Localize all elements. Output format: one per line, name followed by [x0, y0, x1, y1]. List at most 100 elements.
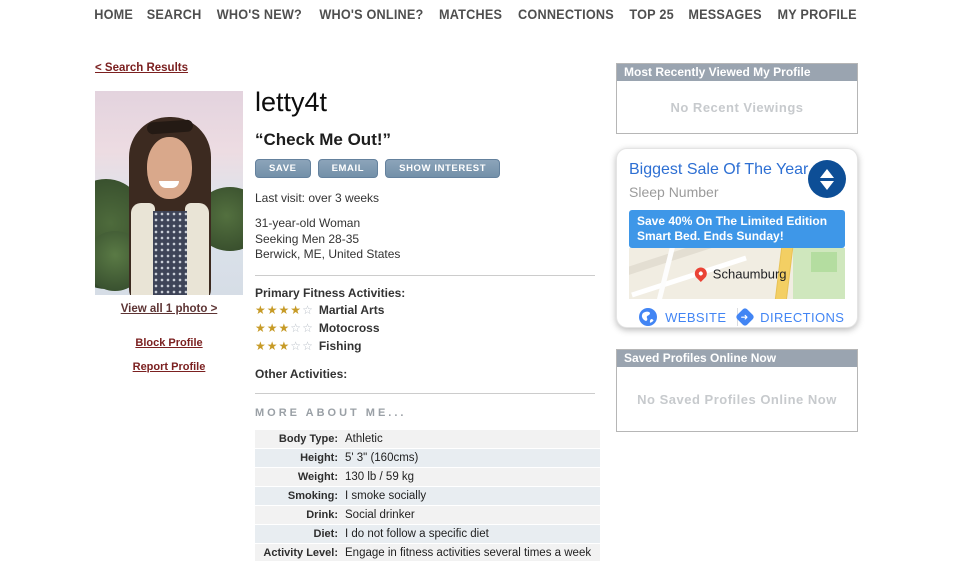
nav-item-my-profile[interactable]: MY PROFILE [777, 7, 856, 22]
profile-demographics: 31-year-old WomanSeeking Men 28-35Berwic… [255, 216, 600, 263]
recently-viewed-header: Most Recently Viewed My Profile [617, 64, 857, 81]
star-filled-icon: ★ [279, 303, 291, 317]
nav-item-connections[interactable]: CONNECTIONS [518, 7, 614, 22]
about-me-value: I smoke socially [345, 490, 426, 502]
photo-vest [131, 203, 155, 295]
profile-photo[interactable] [95, 91, 243, 295]
block-profile-link[interactable]: Block Profile [95, 337, 243, 349]
about-me-row: Drink:Social drinker [255, 506, 600, 524]
saved-profiles-empty-text: No Saved Profiles Online Now [637, 392, 837, 407]
photo-person-face [147, 137, 192, 199]
ad-directions-button[interactable]: ➜ DIRECTIONS [738, 310, 846, 325]
about-me-value: I do not follow a specific diet [345, 528, 489, 540]
star-empty-icon: ☆ [290, 321, 302, 335]
nav-item-matches[interactable]: MATCHES [439, 7, 502, 22]
activity-rating-row: ★★★☆☆Motocross [255, 321, 600, 336]
about-me-table: Body Type:AthleticHeight:5' 3" (160cms)W… [255, 430, 600, 561]
about-me-row: Smoking:I smoke socially [255, 487, 600, 505]
sidebar: Most Recently Viewed My Profile No Recen… [616, 63, 858, 432]
about-me-value: 5' 3" (160cms) [345, 452, 418, 464]
recently-viewed-empty-text: No Recent Viewings [670, 100, 803, 115]
star-empty-icon: ☆ [302, 339, 314, 353]
profile-photo-column: View all 1 photo > Block Profile Report … [95, 91, 243, 373]
demographic-line: 31-year-old Woman [255, 216, 600, 232]
about-me-value: Athletic [345, 433, 383, 445]
nav-item-who-s-new[interactable]: WHO'S NEW? [217, 7, 302, 22]
star-filled-icon: ★ [267, 339, 279, 353]
ad-website-button[interactable]: WEBSITE [629, 308, 737, 326]
search-results-back-link[interactable]: < Search Results [95, 62, 188, 74]
star-empty-icon: ☆ [302, 303, 314, 317]
profile-username: letty4t [255, 86, 600, 118]
nav-item-top-25[interactable]: TOP 25 [629, 7, 673, 22]
about-me-label: Height: [255, 452, 345, 464]
nav-item-who-s-online[interactable]: WHO'S ONLINE? [319, 7, 423, 22]
star-empty-icon: ☆ [290, 339, 302, 353]
star-rating: ★★★★☆ [255, 303, 314, 317]
advertisement: ▷ ✕ Biggest Sale Of The Year Sleep Numbe… [616, 148, 858, 328]
demographic-line: Berwick, ME, United States [255, 247, 600, 263]
about-me-label: Weight: [255, 471, 345, 483]
directions-icon: ➜ [735, 307, 755, 327]
saved-profiles-header: Saved Profiles Online Now [617, 350, 857, 367]
about-me-value: 130 lb / 59 kg [345, 471, 414, 483]
map-pin-icon [692, 265, 709, 282]
star-rating: ★★★☆☆ [255, 339, 314, 353]
activity-rating-row: ★★★★☆Martial Arts [255, 303, 600, 318]
nav-item-home[interactable]: HOME [94, 7, 133, 22]
star-rating: ★★★☆☆ [255, 321, 314, 335]
sleep-number-logo-icon [808, 160, 846, 198]
map-city-label: Schaumburg [713, 266, 787, 281]
show-interest-button[interactable]: SHOW INTEREST [385, 159, 500, 178]
email-button[interactable]: EMAIL [318, 159, 379, 178]
about-me-row: Height:5' 3" (160cms) [255, 449, 600, 467]
about-me-row: Weight:130 lb / 59 kg [255, 468, 600, 486]
map-park-area [811, 252, 837, 272]
ad-map[interactable]: Schaumburg [629, 248, 845, 299]
ad-banner[interactable]: Save 40% On The Limited Edition Smart Be… [629, 210, 845, 248]
star-empty-icon: ☆ [302, 321, 314, 335]
star-filled-icon: ★ [255, 303, 267, 317]
star-filled-icon: ★ [255, 321, 267, 335]
more-about-me-title: MORE ABOUT ME... [255, 407, 600, 419]
star-filled-icon: ★ [267, 303, 279, 317]
divider [255, 275, 595, 276]
star-filled-icon: ★ [290, 303, 302, 317]
star-filled-icon: ★ [279, 339, 291, 353]
about-me-row: Activity Level:Engage in fitness activit… [255, 544, 600, 561]
divider [255, 393, 595, 394]
about-me-row: Diet:I do not follow a specific diet [255, 525, 600, 543]
star-filled-icon: ★ [255, 339, 267, 353]
about-me-row: Body Type:Athletic [255, 430, 600, 448]
nav-item-messages[interactable]: MESSAGES [688, 7, 761, 22]
activity-name: Fishing [319, 339, 362, 353]
saved-profiles-box: Saved Profiles Online Now No Saved Profi… [616, 349, 858, 432]
save-button[interactable]: SAVE [255, 159, 311, 178]
activity-name: Motocross [319, 321, 380, 335]
star-filled-icon: ★ [279, 321, 291, 335]
activity-rating-row: ★★★☆☆Fishing [255, 339, 600, 354]
about-me-label: Smoking: [255, 490, 345, 502]
about-me-label: Drink: [255, 509, 345, 521]
profile-headline: “Check Me Out!” [255, 130, 600, 150]
photo-vest [185, 203, 209, 295]
about-me-value: Social drinker [345, 509, 415, 521]
profile-main-column: letty4t “Check Me Out!” SAVE EMAIL SHOW … [255, 86, 600, 561]
about-me-label: Activity Level: [255, 547, 345, 559]
top-nav: HOME SEARCH WHO'S NEW? WHO'S ONLINE? MATCHES… [93, 7, 859, 22]
globe-icon [639, 308, 657, 326]
photo-patterned-top [153, 211, 187, 295]
star-filled-icon: ★ [267, 321, 279, 335]
last-visit-text: Last visit: over 3 weeks [255, 191, 600, 205]
about-me-value: Engage in fitness activities several tim… [345, 547, 591, 559]
nav-item-search[interactable]: SEARCH [147, 7, 202, 22]
about-me-label: Diet: [255, 528, 345, 540]
ad-card[interactable]: Biggest Sale Of The Year Sleep Number Sa… [616, 148, 858, 328]
demographic-line: Seeking Men 28-35 [255, 232, 600, 248]
recently-viewed-box: Most Recently Viewed My Profile No Recen… [616, 63, 858, 134]
report-profile-link[interactable]: Report Profile [95, 361, 243, 373]
other-activities-label: Other Activities: [255, 367, 600, 381]
about-me-label: Body Type: [255, 433, 345, 445]
activity-name: Martial Arts [319, 303, 385, 317]
view-all-photos-link[interactable]: View all 1 photo > [95, 303, 243, 315]
